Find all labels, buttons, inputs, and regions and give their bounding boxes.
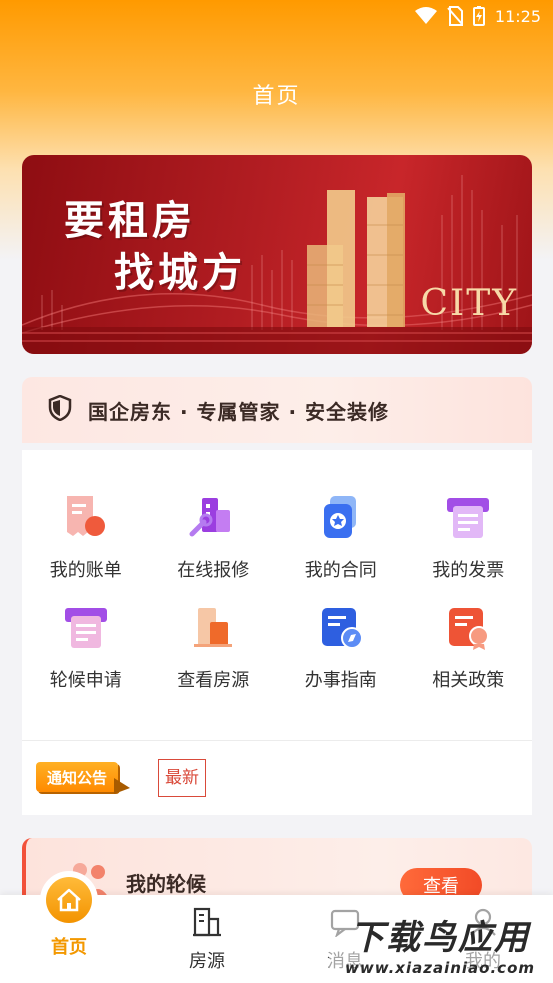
menu-item-invoice[interactable]: 我的发票 [405,490,533,582]
banner-city-text: CITY [420,283,518,324]
menu-item-label: 轮候申请 [49,670,122,691]
bill-icon [58,490,114,546]
tab-home[interactable]: 首页 [0,871,138,983]
no-sim-icon [447,6,463,26]
menu-item-label: 在线报修 [177,560,250,581]
menu-item-housing[interactable]: 查看房源 [150,600,278,692]
repair-icon [185,490,241,546]
tagline-text: 国企房东 · 专属管家 · 安全装修 [88,399,390,424]
menu-item-guide[interactable]: 办事指南 [277,600,405,692]
menu-item-contract[interactable]: 我的合同 [277,490,405,582]
policy-icon [440,600,496,656]
notice-tag-tail [114,778,130,794]
contract-icon [313,490,369,546]
menu-item-queue-apply[interactable]: 轮候申请 [22,600,150,692]
notice-row[interactable]: 通知公告 最新 [36,756,206,800]
tagline-card: 国企房东 · 专属管家 · 安全装修 [22,377,532,443]
tab-label: 首页 [51,937,87,958]
page-title: 首页 [252,84,301,109]
menu-item-label: 我的发票 [432,560,505,581]
divider [22,740,532,741]
queue-apply-icon [58,600,114,656]
menu-item-repair[interactable]: 在线报修 [150,490,278,582]
home-icon-circle [40,871,98,929]
watermark-url: www.xiazainiao.com [344,958,536,977]
battery-charging-icon [472,6,485,26]
status-time: 11:25 [494,6,541,26]
tab-housing[interactable]: 房源 [138,895,276,983]
notice-tag: 通知公告 [36,760,132,796]
menu-item-label: 我的账单 [49,560,122,581]
promo-banner[interactable]: 要租房 找城方 CITY [22,155,532,354]
banner-slogan-line2: 找城方 [114,250,246,296]
menu-item-label: 我的合同 [304,560,377,581]
housing-icon [185,600,241,656]
banner-slogan-line1: 要租房 [64,198,196,244]
site-watermark: 下载鸟应用 www.xiazainiao.com [329,905,551,981]
notice-latest-badge: 最新 [158,759,206,797]
shield-icon [48,394,72,425]
banner-slogan: 要租房 找城方 [64,195,246,299]
menu-item-bill[interactable]: 我的账单 [22,490,150,582]
service-grid: 我的账单 在线报修 我的合同 我的发票 轮候申请 查看房源 办事指南 相关政策 [22,490,532,692]
status-bar: 11:25 [0,0,553,32]
invoice-icon [440,490,496,546]
watermark-title: 下载鸟应用 [350,917,530,958]
service-menu-card: 我的账单 在线报修 我的合同 我的发票 轮候申请 查看房源 办事指南 相关政策 … [22,450,532,815]
menu-item-label: 查看房源 [177,670,250,691]
guide-icon [313,600,369,656]
menu-item-policy[interactable]: 相关政策 [405,600,533,692]
tab-label: 房源 [189,951,225,972]
home-icon [46,877,92,923]
building-icon [191,907,223,941]
menu-item-label: 办事指南 [304,670,377,691]
wifi-icon [414,7,437,25]
notice-tag-label: 通知公告 [36,762,118,792]
menu-item-label: 相关政策 [432,670,505,691]
my-queue-title: 我的轮候 [126,872,206,896]
